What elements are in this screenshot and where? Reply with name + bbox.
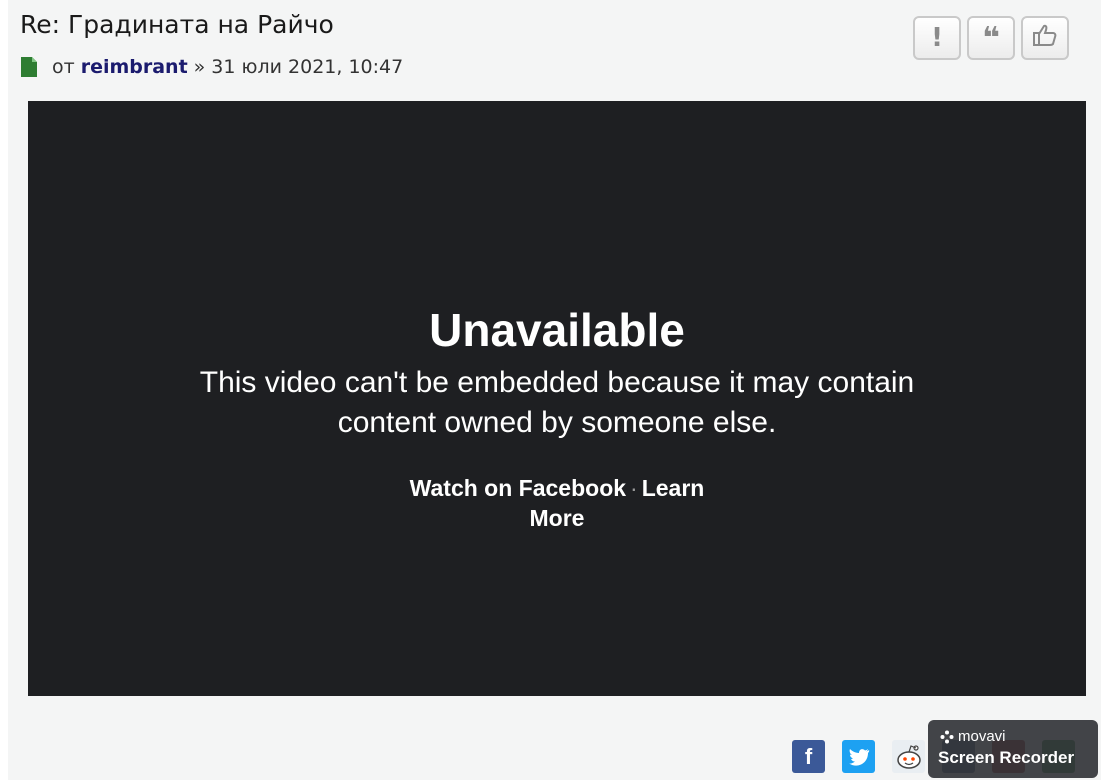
link-separator: ·	[630, 475, 638, 501]
thumbs-up-icon	[1032, 22, 1058, 55]
post-timestamp: 31 юли 2021, 10:47	[211, 56, 404, 78]
movavi-logo-icon	[940, 730, 954, 743]
twitter-bird-icon	[848, 748, 869, 766]
quote-icon: ❝	[982, 20, 1000, 56]
post-file-icon[interactable]	[20, 56, 38, 78]
reddit-share-icon[interactable]	[892, 740, 925, 773]
post-actions: ! ❝	[913, 16, 1069, 60]
video-links: Watch on Facebook · Learn More	[388, 473, 726, 533]
post-byline: от reimbrant » 31 юли 2021, 10:47	[20, 56, 403, 78]
watermark-product: Screen Recorder	[938, 748, 1075, 767]
exclamation-icon: !	[931, 23, 943, 53]
facebook-share-icon[interactable]: f	[792, 740, 825, 773]
reddit-alien-icon	[896, 744, 921, 769]
post-title: Re: Градината на Райчо	[20, 10, 334, 39]
byline-separator: »	[193, 56, 206, 78]
video-unavailable-message: This video can't be embedded because it …	[199, 366, 915, 439]
byline-prefix: от	[52, 56, 75, 78]
watermark-brand-text: movavi	[958, 728, 1006, 745]
author-link[interactable]: reimbrant	[81, 56, 188, 78]
quote-button[interactable]: ❝	[967, 16, 1015, 60]
like-button[interactable]	[1021, 16, 1069, 60]
twitter-share-icon[interactable]	[842, 740, 875, 773]
recorder-watermark: movavi Screen Recorder	[928, 720, 1098, 778]
watermark-brand: movavi	[940, 728, 1006, 745]
embedded-video-player[interactable]: Unavailable This video can't be embedded…	[28, 101, 1086, 696]
video-unavailable-title: Unavailable	[429, 304, 685, 356]
watch-on-facebook-link[interactable]: Watch on Facebook	[410, 475, 626, 501]
report-button[interactable]: !	[913, 16, 961, 60]
facebook-glyph: f	[804, 743, 813, 769]
